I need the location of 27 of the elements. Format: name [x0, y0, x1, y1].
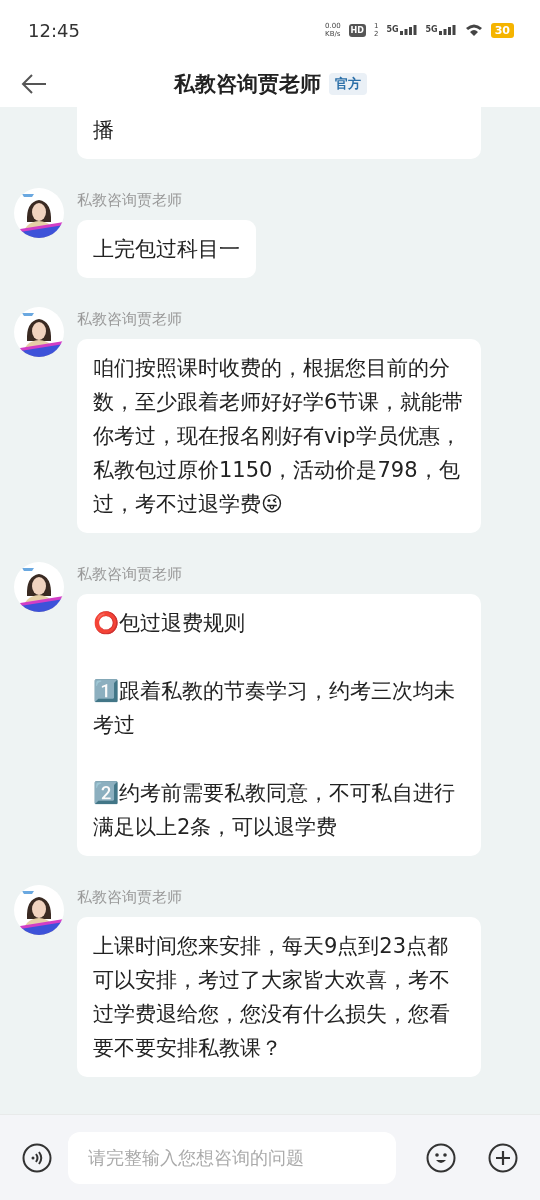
- message-text: 上课时间您来安排，每天9点到23点都可以安排，考过了大家皆大欢喜，考不过学费退给您，您没有什么损失，您看要不要安排私教课？: [93, 933, 451, 1062]
- message-text: 播: [93, 117, 115, 144]
- sender-name: 私教咨询贾老师: [77, 191, 182, 210]
- message-text: 1⃣跟着私教的节奏学习，约考三次均未考过: [93, 678, 456, 739]
- back-icon[interactable]: [20, 72, 48, 96]
- wifi-icon: [464, 23, 483, 37]
- chat-title: 私教咨询贾老师: [173, 70, 321, 98]
- signal-icon: [438, 25, 457, 35]
- message-text: ⭕包过退费规则: [93, 610, 246, 637]
- sender-name: 私教咨询贾老师: [77, 310, 182, 329]
- voice-icon[interactable]: [22, 1142, 52, 1173]
- message-text: 满足以上2条，可以退学费: [93, 814, 339, 841]
- sender-name: 私教咨询贾老师: [77, 888, 182, 907]
- message-text: 2⃣约考前需要私教同意，不可私自进行: [93, 780, 456, 807]
- network-label: 5G: [386, 25, 399, 34]
- network-label: 5G: [425, 25, 438, 34]
- official-badge: 官方: [328, 72, 367, 95]
- message-text: 上完包过科目一: [93, 236, 240, 263]
- message-text: 咱们按照课时收费的，根据您目前的分数，至少跟着老师好好学6节课，就能带你考过，现在报名刚好有vip学员优惠，私教包过原价1150，活动价是798，包过，考不过退学费😜: [93, 355, 465, 518]
- battery-level: 30: [490, 22, 514, 38]
- emoji-icon[interactable]: [426, 1142, 456, 1173]
- add-icon[interactable]: [488, 1142, 518, 1173]
- hd-label: HD: [348, 23, 366, 37]
- signal-icon: [399, 25, 418, 35]
- sender-name: 私教咨询贾老师: [77, 565, 182, 584]
- message-input[interactable]: 请完整输入您想咨询的问题: [68, 1131, 396, 1184]
- status-time: 12:45: [28, 19, 80, 41]
